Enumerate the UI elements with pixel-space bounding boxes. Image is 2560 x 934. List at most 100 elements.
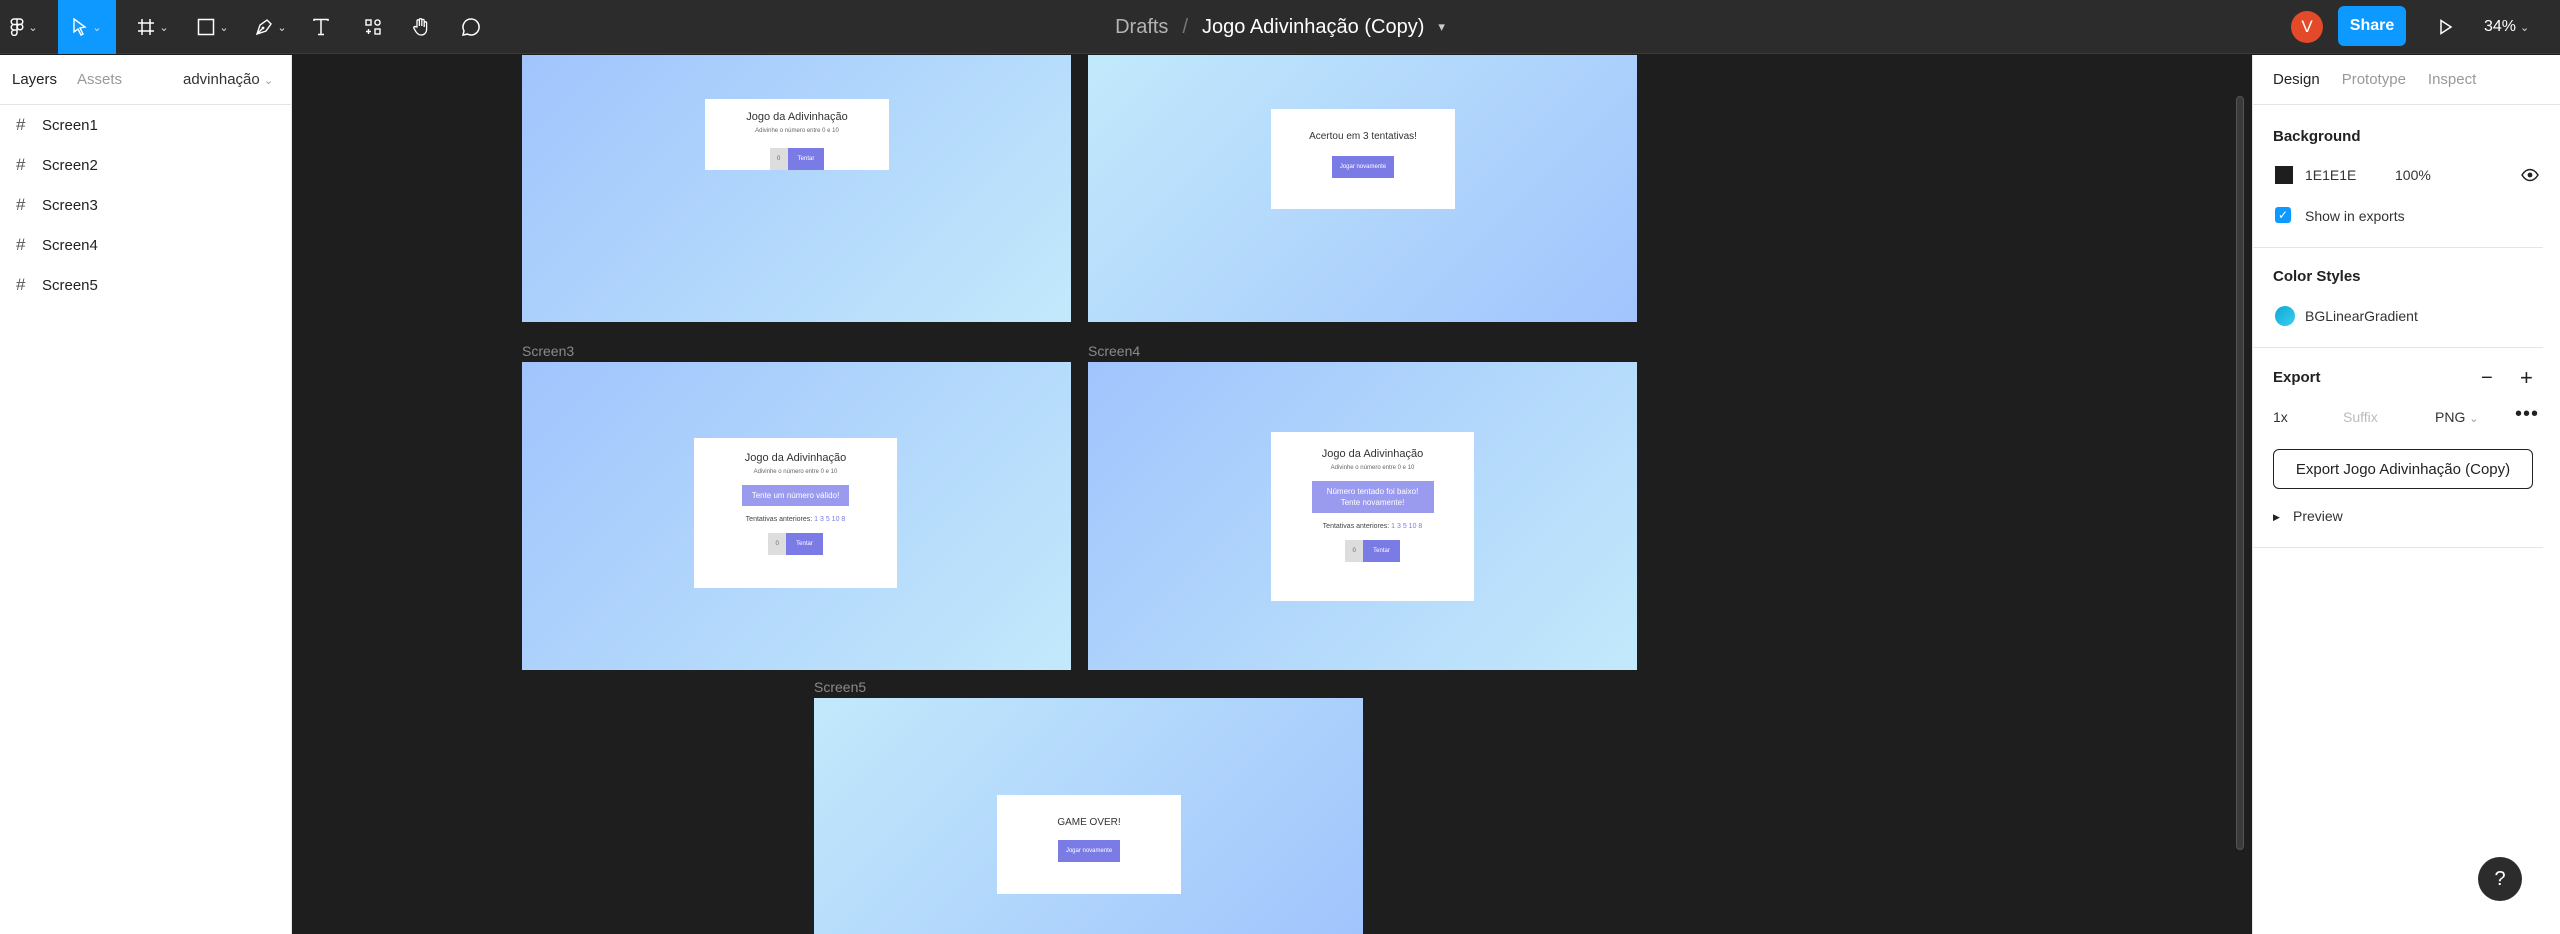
layer-screen3[interactable]: # Screen3 [0, 185, 292, 225]
page-name: advinhação [183, 71, 260, 88]
breadcrumb-separator: / [1182, 15, 1188, 38]
win-message: Acertou em 3 tentativas! [1309, 131, 1417, 142]
caret-right-icon[interactable]: ▶ [2273, 512, 2280, 523]
comment-icon [461, 18, 480, 36]
layer-label: Screen3 [42, 196, 98, 214]
layer-screen4[interactable]: # Screen4 [0, 225, 292, 265]
file-name[interactable]: Jogo Adivinhação (Copy) [1202, 16, 1424, 39]
color-style-item[interactable]: BGLinearGradient [2305, 308, 2418, 324]
try-button[interactable]: Tentar [787, 148, 825, 170]
layer-screen5[interactable]: # Screen5 [0, 265, 292, 305]
history-values: 1 3 5 10 8 [814, 516, 846, 523]
text-icon [313, 18, 329, 36]
frame-screen2[interactable]: Acertou em 3 tentativas! Jogar novamente [1088, 55, 1637, 322]
tab-assets[interactable]: Assets [77, 71, 122, 88]
history-label: Tentativas anteriores: [1322, 523, 1390, 530]
layer-label: Screen4 [42, 236, 98, 254]
frame-screen3[interactable]: Jogo da Adivinhação Adivinhe o número en… [522, 362, 1071, 670]
present-button[interactable] [2430, 11, 2462, 43]
frame-screen1[interactable]: Jogo da Adivinhação Adivinhe o número en… [522, 55, 1071, 322]
left-panel-tabs: Layers Assets advinhação ⌄ [0, 55, 291, 105]
gradient-style-swatch [2275, 306, 2295, 326]
page-selector[interactable]: advinhação ⌄ [183, 71, 273, 88]
breadcrumb-drafts[interactable]: Drafts [1115, 16, 1168, 39]
frame-icon: # [16, 235, 26, 254]
guess-row: 0 Tentar [768, 533, 823, 555]
play-again-button[interactable]: Jogar novamente [1331, 156, 1395, 178]
layer-screen1[interactable]: # Screen1 [0, 105, 292, 145]
plus-icon[interactable]: + [2520, 365, 2533, 391]
bg-hex-field[interactable]: 1E1E1E [2305, 167, 2356, 183]
show-in-exports-checkbox[interactable]: ✓ [2275, 207, 2291, 223]
frame-screen4[interactable]: Jogo da Adivinhação Adivinhe o número en… [1088, 362, 1637, 670]
zoom-menu[interactable]: 34% ⌄ [2484, 0, 2529, 54]
bg-opacity-field[interactable]: 100% [2395, 167, 2431, 183]
help-button[interactable]: ? [2478, 857, 2522, 901]
avatar[interactable]: V [2291, 11, 2323, 43]
divider [2253, 347, 2543, 348]
frame-icon: # [16, 155, 26, 174]
main-menu-button[interactable]: ⌄ [4, 0, 44, 54]
layer-screen2[interactable]: # Screen2 [0, 145, 292, 185]
game-title: Jogo da Adivinhação [746, 111, 848, 123]
game-over-card: GAME OVER! Jogar novamente [997, 795, 1181, 894]
low-message-line1: Número tentado foi baixo! [1326, 487, 1419, 496]
frame-label-screen5: Screen5 [814, 679, 867, 695]
history: Tentativas anteriores: 1 3 5 10 8 [746, 516, 846, 523]
frame-label-screen3: Screen3 [522, 343, 575, 359]
chevron-down-icon: ⌄ [2469, 413, 2479, 425]
chevron-down-icon: ⌄ [277, 21, 287, 34]
resources-button[interactable] [358, 0, 388, 54]
rectangle-icon [198, 18, 215, 36]
share-button[interactable]: Share [2338, 6, 2406, 46]
game-title: Jogo da Adivinhação [1321, 448, 1424, 460]
guess-row: 0 Tentar [769, 148, 825, 170]
try-button[interactable]: Tentar [1363, 540, 1400, 562]
guess-input[interactable]: 0 [769, 148, 788, 170]
frame-screen5[interactable]: GAME OVER! Jogar novamente [814, 698, 1363, 934]
tab-design[interactable]: Design [2273, 71, 2320, 88]
guess-input[interactable]: 0 [768, 533, 787, 555]
move-tool-button[interactable]: ⌄ [58, 0, 116, 54]
export-scale[interactable]: 1x [2273, 409, 2288, 425]
play-again-button[interactable]: Jogar novamente [1057, 840, 1121, 862]
design-panel: Design Prototype Inspect Background 1E1E… [2252, 55, 2560, 934]
export-format-select[interactable]: PNG ⌄ [2435, 409, 2478, 425]
export-button[interactable]: Export Jogo Adivinhação (Copy) [2273, 449, 2533, 489]
frame-tool-button[interactable]: ⌄ [130, 0, 176, 54]
chevron-down-icon[interactable]: ▾ [1438, 19, 1445, 35]
pen-tool-button[interactable]: ⌄ [248, 0, 294, 54]
canvas[interactable]: Jogo da Adivinhação Adivinhe o número en… [293, 55, 2251, 934]
tab-layers[interactable]: Layers [12, 71, 57, 88]
more-options-icon[interactable]: ••• [2515, 403, 2539, 426]
show-in-exports-label: Show in exports [2305, 208, 2405, 224]
frame-icon: # [16, 275, 26, 294]
chevron-down-icon: ⌄ [263, 75, 274, 87]
vertical-scrollbar[interactable] [2236, 96, 2244, 850]
export-title: Export [2273, 369, 2321, 386]
game-subtitle: Adivinhe o número entre 0 e 10 [753, 469, 838, 475]
divider [2253, 247, 2543, 248]
comment-tool-button[interactable] [456, 0, 486, 54]
minus-icon[interactable]: − [2481, 367, 2493, 390]
layers-panel: Layers Assets advinhação ⌄ # Screen1 # Scr… [0, 55, 292, 934]
layer-label: Screen1 [42, 116, 98, 134]
shape-tool-button[interactable]: ⌄ [190, 0, 236, 54]
game-subtitle: Adivinhe o número entre 0 e 10 [755, 128, 839, 134]
figma-logo-icon [10, 18, 24, 36]
layer-label: Screen5 [42, 276, 98, 294]
game-card: Jogo da Adivinhação Adivinhe o número en… [1271, 432, 1474, 601]
try-button[interactable]: Tentar [786, 533, 823, 555]
chevron-down-icon: ⌄ [159, 21, 169, 34]
divider [2253, 547, 2543, 548]
guess-input[interactable]: 0 [1345, 540, 1364, 562]
eye-icon[interactable] [2521, 168, 2539, 187]
export-suffix-input[interactable]: Suffix [2343, 409, 2378, 425]
tab-inspect[interactable]: Inspect [2428, 71, 2476, 88]
preview-toggle[interactable]: Preview [2293, 508, 2343, 524]
tab-prototype[interactable]: Prototype [2342, 71, 2406, 88]
text-tool-button[interactable] [306, 0, 336, 54]
hand-tool-button[interactable] [406, 0, 436, 54]
export-format: PNG [2435, 409, 2466, 425]
bg-color-swatch[interactable] [2275, 166, 2293, 184]
